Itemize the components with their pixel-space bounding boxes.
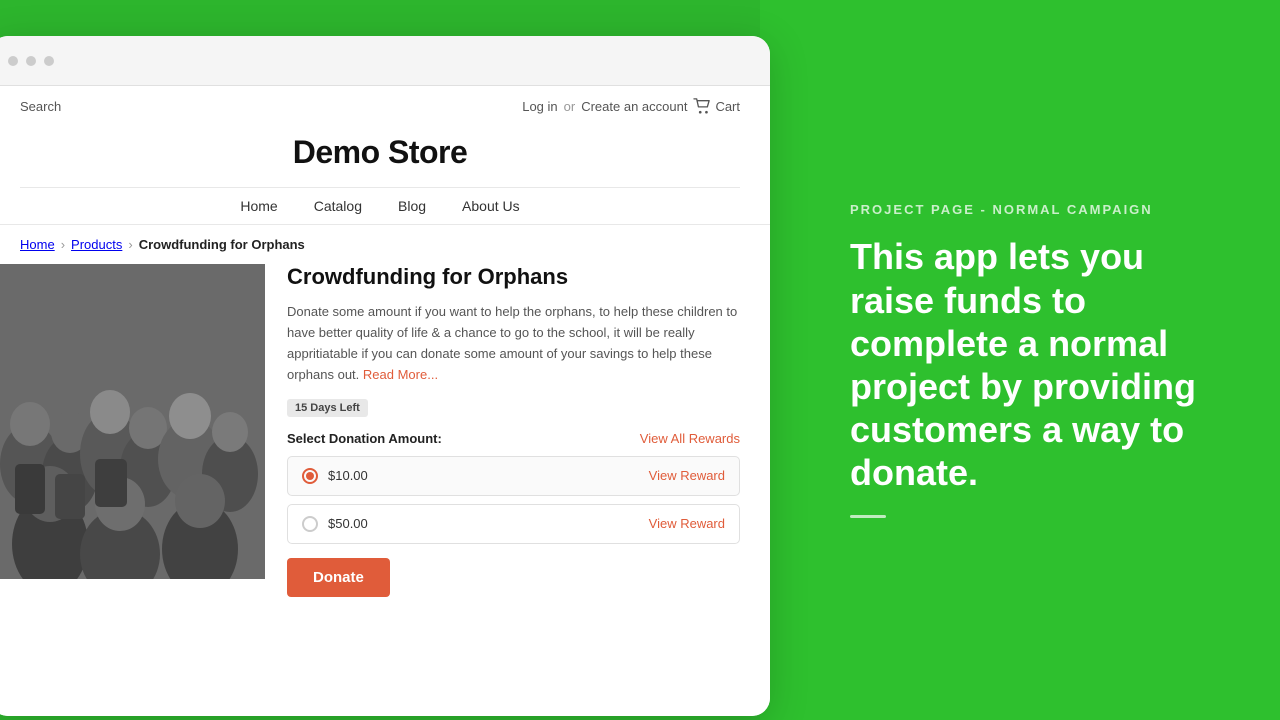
- right-panel-underline: [850, 515, 886, 518]
- nav-catalog[interactable]: Catalog: [314, 198, 362, 214]
- browser-chrome: [0, 36, 770, 86]
- product-title: Crowdfunding for Orphans: [287, 264, 740, 290]
- store-top-bar: Search Log in or Create an account Cart: [20, 86, 740, 122]
- product-image-svg: [0, 264, 265, 579]
- donation-header: Select Donation Amount: View All Rewards: [287, 431, 740, 446]
- browser-dot-2: [26, 56, 36, 66]
- breadcrumb-current: Crowdfunding for Orphans: [139, 237, 305, 252]
- search-link[interactable]: Search: [20, 99, 61, 114]
- or-separator: or: [564, 99, 576, 114]
- donation-option-1-left: $10.00: [302, 468, 368, 484]
- product-image: [0, 264, 265, 579]
- nav-blog[interactable]: Blog: [398, 198, 426, 214]
- days-badge: 15 Days Left: [287, 399, 368, 417]
- store-header: Search Log in or Create an account Cart: [0, 86, 770, 225]
- donation-amount-2: $50.00: [328, 516, 368, 531]
- breadcrumb: Home › Products › Crowdfunding for Orpha…: [0, 225, 770, 264]
- donation-label: Select Donation Amount:: [287, 431, 442, 446]
- product-info: Crowdfunding for Orphans Donate some amo…: [265, 264, 740, 597]
- create-account-link[interactable]: Create an account: [581, 99, 687, 114]
- right-panel: PROJECT PAGE - NORMAL CAMPAIGN This app …: [760, 0, 1280, 720]
- donation-option-1[interactable]: $10.00 View Reward: [287, 456, 740, 496]
- cart-label: Cart: [715, 99, 740, 114]
- donation-option-2[interactable]: $50.00 View Reward: [287, 504, 740, 544]
- browser-dot-3: [44, 56, 54, 66]
- nav-home[interactable]: Home: [240, 198, 277, 214]
- browser-dot-1: [8, 56, 18, 66]
- store-nav: Home Catalog Blog About Us: [20, 187, 740, 224]
- login-link[interactable]: Log in: [522, 99, 557, 114]
- read-more-link[interactable]: Read More...: [363, 367, 438, 382]
- nav-about-us[interactable]: About Us: [462, 198, 520, 214]
- view-reward-link-2[interactable]: View Reward: [649, 516, 725, 531]
- browser-card: Search Log in or Create an account Cart: [0, 36, 770, 716]
- store-page: Search Log in or Create an account Cart: [0, 86, 770, 716]
- donate-button[interactable]: Donate: [287, 558, 390, 597]
- breadcrumb-sep-1: ›: [61, 237, 65, 252]
- store-title: Demo Store: [20, 122, 740, 187]
- donation-amount-1: $10.00: [328, 468, 368, 483]
- cart-icon: [693, 98, 711, 114]
- breadcrumb-sep-2: ›: [128, 237, 132, 252]
- product-description: Donate some amount if you want to help t…: [287, 302, 740, 385]
- radio-btn-2[interactable]: [302, 516, 318, 532]
- breadcrumb-products[interactable]: Products: [71, 237, 122, 252]
- product-area: Crowdfunding for Orphans Donate some amo…: [0, 264, 770, 597]
- right-panel-subtitle: PROJECT PAGE - NORMAL CAMPAIGN: [850, 202, 1220, 217]
- donation-option-2-left: $50.00: [302, 516, 368, 532]
- account-bar: Log in or Create an account Cart: [522, 98, 740, 114]
- right-panel-main-text: This app lets you raise funds to complet…: [850, 235, 1220, 494]
- radio-btn-1[interactable]: [302, 468, 318, 484]
- view-reward-link-1[interactable]: View Reward: [649, 468, 725, 483]
- cart-link[interactable]: Cart: [693, 98, 740, 114]
- view-all-rewards-link[interactable]: View All Rewards: [640, 431, 740, 446]
- breadcrumb-home[interactable]: Home: [20, 237, 55, 252]
